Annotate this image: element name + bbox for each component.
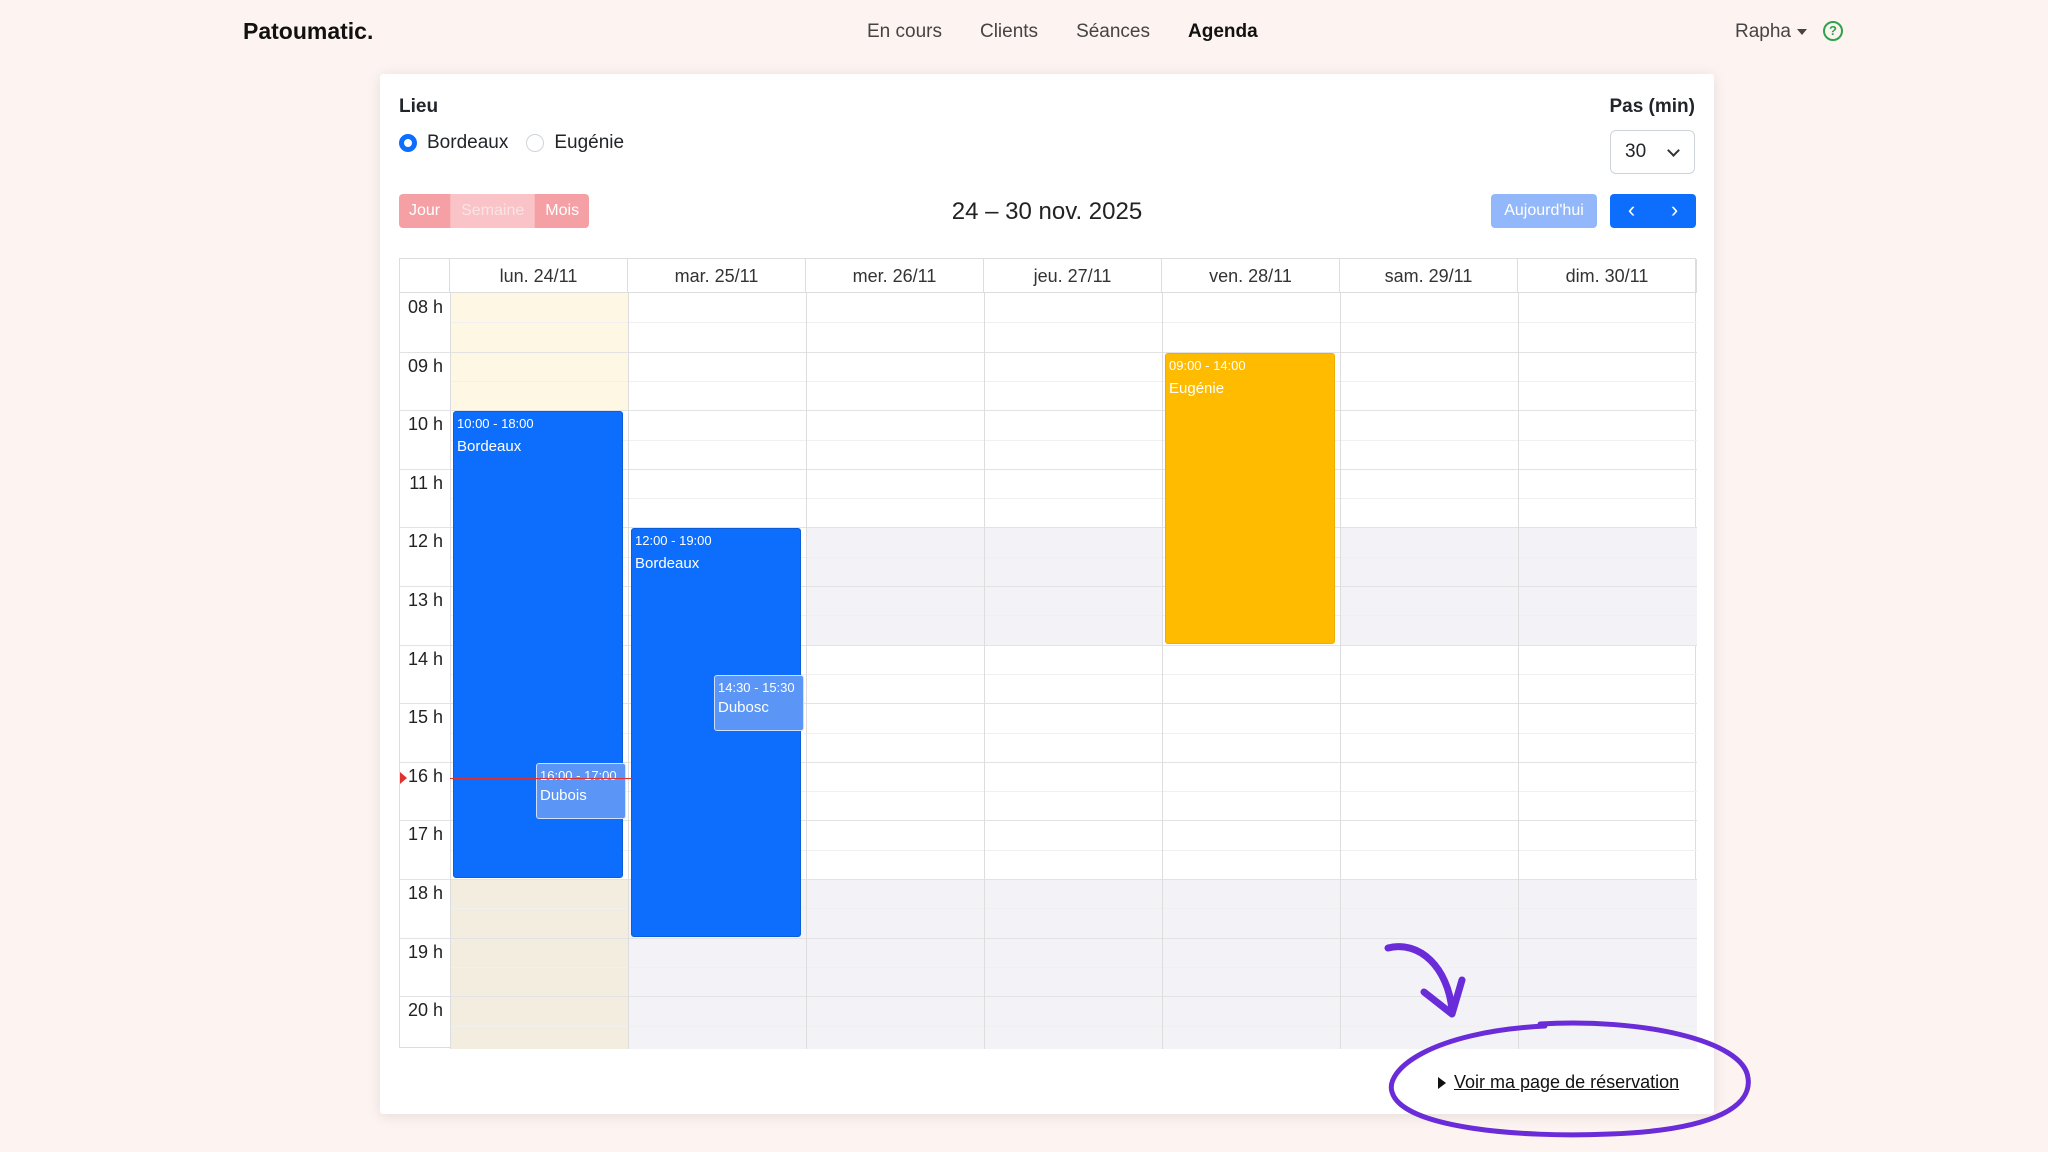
half-hour-line <box>450 1025 1697 1027</box>
half-hour-line <box>450 439 1697 441</box>
hour-label: 20 h <box>407 1000 443 1021</box>
pas-label: Pas (min) <box>1609 96 1695 117</box>
hour-label: 13 h <box>407 590 443 610</box>
day-header: mer. 26/11 <box>806 259 984 293</box>
event-title: Dubois <box>540 786 587 804</box>
day-header: jeu. 27/11 <box>984 259 1162 293</box>
event-title: Bordeaux <box>457 438 522 456</box>
radio-unchecked-icon[interactable] <box>526 134 545 152</box>
agenda-card: Lieu Bordeaux Eugénie Pas (min) 30 Jour … <box>380 74 1714 1114</box>
day-column-line <box>1162 293 1163 1049</box>
hour-label: 19 h <box>407 941 443 962</box>
lieu-label: Lieu <box>399 96 439 117</box>
hour-line <box>400 996 1697 998</box>
event-title: Eugénie <box>1169 379 1225 397</box>
reservation-link[interactable]: Voir ma page de réservation <box>1454 1072 1679 1093</box>
week-grid: 08 h 09 h 10 h 11 h 12 h 13 h 14 h 15 h 16 h 17 h… <box>399 258 1697 1049</box>
hour-label: 14 h <box>407 648 443 669</box>
chevron-down-icon <box>1667 144 1680 157</box>
half-hour-line <box>450 966 1697 968</box>
calendar-event[interactable]: 16:00 - 17:00 Dubois <box>536 762 626 820</box>
hour-line <box>400 351 1697 353</box>
hour-label: 11 h <box>409 472 443 493</box>
hour-label: 16 h <box>407 765 443 786</box>
grid-corner <box>400 259 450 293</box>
lieu-radio-group: Bordeaux Eugénie <box>399 132 642 154</box>
hour-label: 12 h <box>407 531 443 552</box>
brand-logo[interactable]: Patoumatic. <box>243 18 373 45</box>
main-nav: En cours Clients Séances Agenda <box>867 21 1258 43</box>
navbar: Patoumatic. En cours Clients Séances Age… <box>0 0 2048 64</box>
radio-label-eugenie: Eugénie <box>554 132 625 153</box>
radio-label-bordeaux: Bordeaux <box>427 132 509 153</box>
next-week-button[interactable]: › <box>1653 194 1696 228</box>
hour-line <box>400 879 1697 880</box>
calendar-event[interactable]: 14:30 - 15:30 Dubosc <box>714 674 804 732</box>
event-time: 09:00 - 14:00 <box>1169 357 1246 373</box>
hour-label: 15 h <box>407 707 443 728</box>
nav-seances[interactable]: Séances <box>1076 21 1150 43</box>
day-header: dim. 30/11 <box>1518 259 1697 293</box>
day-header: mar. 25/11 <box>628 259 806 293</box>
day-header: lun. 24/11 <box>450 259 628 293</box>
nav-en-cours[interactable]: En cours <box>867 21 942 43</box>
event-title: Bordeaux <box>635 555 700 573</box>
radio-bordeaux[interactable]: Bordeaux <box>399 132 508 154</box>
day-column-line <box>1518 293 1519 1049</box>
event-title: Dubosc <box>718 698 769 716</box>
hour-label: 17 h <box>407 824 443 845</box>
reservation-disclosure[interactable]: Voir ma page de réservation <box>1438 1072 1679 1093</box>
half-hour-line <box>450 498 1697 500</box>
event-time: 14:30 - 15:30 <box>718 679 795 695</box>
hour-label: 08 h <box>407 297 443 317</box>
user-name: Rapha <box>1735 21 1791 42</box>
event-time: 16:00 - 17:00 <box>540 767 617 783</box>
half-hour-line <box>450 380 1697 382</box>
event-time: 10:00 - 18:00 <box>457 416 534 432</box>
current-time-marker-icon <box>400 771 407 784</box>
day-column-line <box>450 293 451 1049</box>
half-hour-line <box>450 322 1697 324</box>
nav-agenda[interactable]: Agenda <box>1188 21 1258 43</box>
help-icon[interactable]: ? <box>1823 21 1843 41</box>
day-column-line <box>628 293 629 1049</box>
prev-week-button[interactable]: ‹ <box>1610 194 1653 228</box>
day-header: sam. 29/11 <box>1340 259 1518 293</box>
hour-label: 18 h <box>407 883 443 903</box>
pas-value: 30 <box>1625 141 1647 162</box>
disclosure-triangle-icon <box>1438 1076 1446 1089</box>
hour-label: 09 h <box>407 355 443 376</box>
day-header: ven. 28/11 <box>1162 259 1340 293</box>
today-column-shade-evening <box>450 879 628 1049</box>
hour-line <box>400 937 1697 939</box>
calendar-event[interactable]: 09:00 - 14:00 Eugénie <box>1165 352 1335 644</box>
user-menu[interactable]: Rapha <box>1735 21 1807 43</box>
current-time-line <box>450 777 632 779</box>
prev-next-group: ‹ › <box>1610 194 1696 228</box>
day-column-line <box>1340 293 1341 1049</box>
today-button[interactable]: Aujourd'hui <box>1491 194 1597 228</box>
caret-down-icon <box>1797 29 1807 35</box>
hour-label: 10 h <box>407 414 443 435</box>
calendar-event[interactable]: 12:00 - 19:00 Bordeaux <box>631 528 801 937</box>
day-column-line <box>806 293 807 1049</box>
pas-select[interactable]: 30 <box>1610 130 1695 174</box>
radio-eugenie[interactable]: Eugénie <box>526 132 624 154</box>
day-column-line <box>984 293 985 1049</box>
event-time: 12:00 - 19:00 <box>635 533 712 549</box>
nav-clients[interactable]: Clients <box>980 21 1038 43</box>
radio-checked-icon[interactable] <box>399 134 417 152</box>
